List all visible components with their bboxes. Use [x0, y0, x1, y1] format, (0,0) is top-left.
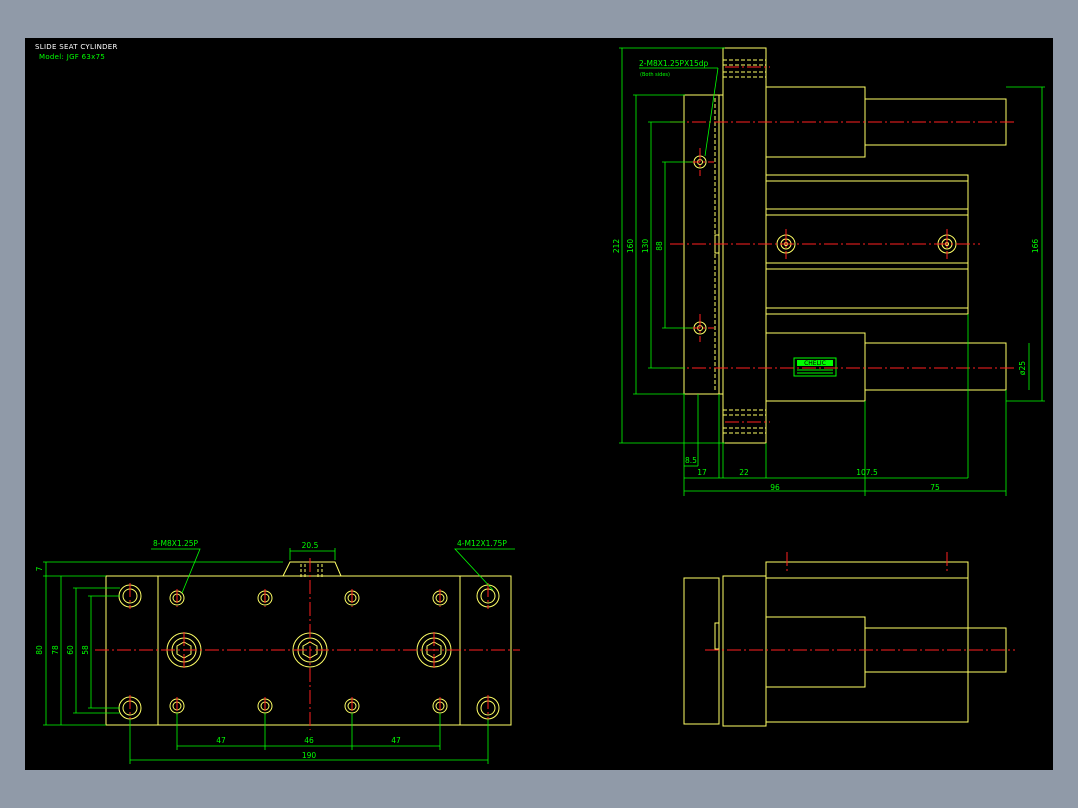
bottom-callout-left: 8-M8X1.25P [153, 539, 199, 548]
dim-88: 88 [655, 241, 664, 251]
front-view [683, 561, 1007, 727]
side-nameplate: CHELIC [793, 357, 837, 377]
side-dimension-labels: 2-M8X1.25PX15dp (Both sides) 212 160 130… [612, 59, 1040, 492]
dim-47-left: 47 [216, 736, 226, 745]
dim-58: 58 [81, 645, 90, 655]
dim-96: 96 [770, 483, 780, 492]
dim-60: 60 [66, 645, 75, 655]
cad-drawing: CHELIC 2-M8X1.25PX15dp (Both sides) 212 … [35, 47, 1045, 764]
drawing-canvas: SLIDE SEAT CYLINDER Model: JGF 63x75 CHE… [25, 38, 1053, 770]
dim-190: 190 [302, 751, 317, 760]
dim-166: 166 [1031, 239, 1040, 254]
dim-212: 212 [612, 239, 621, 254]
side-main-plate [722, 47, 767, 444]
nameplate-label: CHELIC [804, 360, 826, 367]
side-callout-note: (Both sides) [640, 72, 670, 78]
dim-8-5: 8.5 [685, 456, 697, 465]
side-lower-body [765, 332, 866, 402]
dim-7: 7 [35, 566, 44, 571]
dim-47-right: 47 [391, 736, 401, 745]
dim-130: 130 [641, 239, 650, 254]
dim-160: 160 [626, 239, 635, 254]
side-dimensions [619, 47, 1045, 496]
bottom-view [105, 561, 512, 726]
dim-20-5: 20.5 [302, 541, 319, 550]
dim-107-5: 107.5 [856, 468, 878, 477]
bottom-callout-right: 4-M12X1.75P [457, 539, 507, 548]
dim-22: 22 [739, 468, 749, 477]
dim-80: 80 [35, 645, 44, 655]
side-lower-rod [864, 342, 1007, 391]
side-callout: 2-M8X1.25PX15dp [639, 59, 709, 68]
side-centerlines [670, 66, 1015, 423]
dim-17: 17 [697, 468, 707, 477]
dim-25: ø25 [1018, 361, 1027, 375]
dim-75: 75 [930, 483, 940, 492]
dim-78: 78 [51, 645, 60, 655]
side-view [683, 47, 1007, 444]
dim-46: 46 [304, 736, 314, 745]
